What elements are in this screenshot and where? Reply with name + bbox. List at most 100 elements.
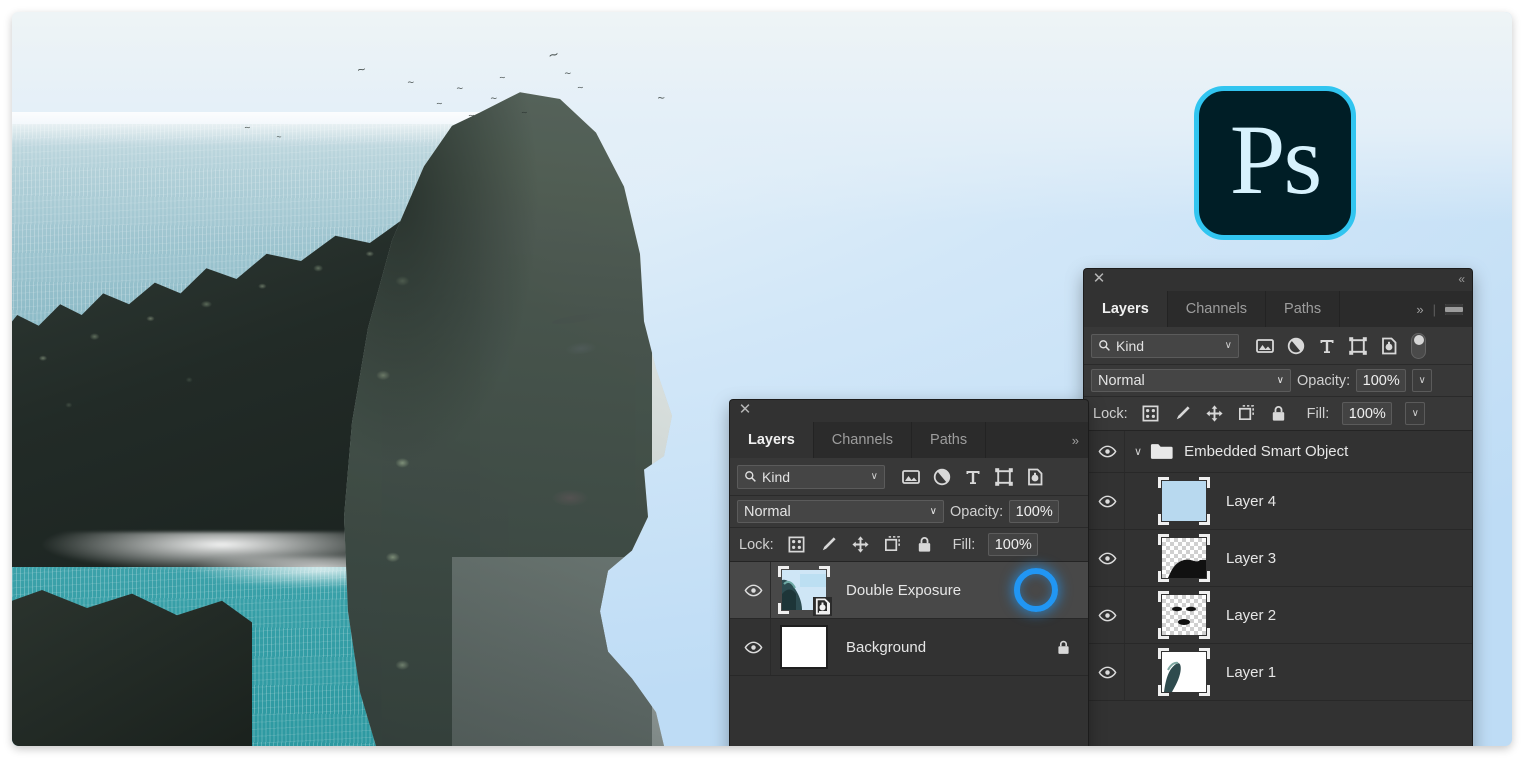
panel-menu-icon[interactable] [1445,303,1463,315]
layers-panel-front[interactable]: ✕ Layers Channels Paths » Kind ∨ Normal … [730,400,1088,746]
filter-enable-toggle[interactable] [1411,332,1426,359]
layer-thumbnail-wrap[interactable] [1156,477,1212,525]
bird-icon: ∼ [276,134,282,141]
lock-label: Lock: [739,536,774,553]
layer-group-name: Embedded Smart Object [1184,443,1349,460]
layer-visibility-toggle[interactable] [736,584,770,597]
tab-overflow-icon[interactable]: » [1416,302,1423,317]
lock-image-pixels-icon[interactable] [819,535,838,554]
folder-icon [1150,442,1174,461]
lock-image-pixels-icon[interactable] [1173,404,1192,423]
group-expand-caret[interactable]: ∨ [1134,445,1142,458]
chevron-down-icon[interactable]: ∨ [871,471,878,482]
search-icon [1099,340,1110,351]
tab-layers[interactable]: Layers [1084,291,1168,327]
layer-filter-row-front: Kind ∨ [730,458,1088,496]
tabbar-right-controls: » | [1416,291,1472,327]
table-row[interactable]: Double Exposure [730,562,1088,619]
blend-mode-row-front: Normal ∨ Opacity: 100% [730,496,1088,528]
lock-transparent-pixels-icon[interactable] [1141,404,1160,423]
adjustment-layer-filter-icon[interactable] [1286,336,1306,356]
layer-group-row[interactable]: ∨ Embedded Smart Object [1084,431,1472,473]
tab-channels[interactable]: Channels [813,422,913,458]
opacity-stepper[interactable]: ∨ [1412,369,1433,392]
blend-mode-select[interactable]: Normal ∨ [737,500,944,523]
chevron-down-icon[interactable]: ∨ [1277,375,1284,386]
layer-visibility-toggle[interactable] [1090,495,1124,508]
lock-transparent-pixels-icon[interactable] [787,535,806,554]
table-row[interactable]: Layer 1 [1084,644,1472,701]
layer-thumbnail-wrap[interactable] [776,566,832,616]
opacity-label: Opacity: [950,503,1004,520]
chevron-down-icon[interactable]: ∨ [1225,340,1232,351]
fill-stepper[interactable]: ∨ [1405,402,1426,425]
layer-visibility-toggle[interactable] [1090,609,1124,622]
profile-neck-shadow [452,557,672,746]
fill-label: Fill: [952,536,976,553]
tab-channels[interactable]: Channels [1167,291,1267,327]
shape-layer-filter-icon[interactable] [994,467,1014,487]
tab-overflow-icon[interactable]: » [1072,433,1079,448]
layer-visibility-toggle[interactable] [1090,552,1124,565]
shape-layer-filter-icon[interactable] [1348,336,1368,356]
filter-kind-select[interactable]: Kind ∨ [737,464,885,489]
tab-layers[interactable]: Layers [730,422,814,458]
layer-name: Background [846,638,927,656]
photoshop-app-icon[interactable]: Ps [1194,86,1356,240]
lock-row-front: Lock: Fill: 100% [730,528,1088,562]
pixel-layer-filter-icon[interactable] [901,467,921,487]
fill-input[interactable]: 100% [988,533,1039,556]
fill-value: 100% [1348,405,1386,422]
tabbar-divider: | [1432,301,1436,317]
layer-thumbnail-wrap[interactable] [1156,648,1212,696]
layer-visibility-toggle[interactable] [1090,445,1124,458]
table-row[interactable]: Layer 4 [1084,473,1472,530]
fill-input[interactable]: 100% [1342,402,1393,425]
lock-all-icon[interactable] [915,535,934,554]
pixel-layer-filter-icon[interactable] [1255,336,1275,356]
photoshop-app-icon-label: Ps [1229,104,1323,215]
filter-icon-group [901,467,1045,487]
lock-position-icon[interactable] [1205,404,1224,423]
smart-object-filter-icon[interactable] [1379,336,1399,356]
chevron-down-icon[interactable]: ∨ [930,506,937,517]
opacity-label: Opacity: [1297,372,1351,389]
filter-icon-group [1255,336,1399,356]
layer-thumbnail-wrap[interactable] [1156,534,1212,582]
tab-layers-label: Layers [748,432,795,448]
filter-kind-select[interactable]: Kind ∨ [1091,333,1239,358]
table-row[interactable]: Background [730,619,1088,676]
eye-icon [1098,495,1116,507]
opacity-input[interactable]: 100% [1356,369,1407,392]
layer-thumbnail-wrap[interactable] [776,625,832,669]
smart-object-filter-icon[interactable] [1025,467,1045,487]
close-icon[interactable]: ✕ [1092,271,1106,286]
table-row[interactable]: Layer 3 [1084,530,1472,587]
type-layer-filter-icon[interactable] [963,467,983,487]
layer-thumbnail-wrap[interactable] [1156,591,1212,639]
panel-column-divider [1124,587,1125,643]
tab-paths[interactable]: Paths [912,422,987,458]
lock-position-icon[interactable] [851,535,870,554]
layer-visibility-toggle[interactable] [1090,666,1124,679]
blend-mode-value: Normal [744,503,791,520]
eye-icon [744,584,762,596]
adjustment-layer-filter-icon[interactable] [932,467,952,487]
lock-all-icon[interactable] [1269,404,1288,423]
close-icon[interactable]: ✕ [738,402,752,417]
bird-icon: ∼ [436,99,443,108]
lock-artboard-nesting-icon[interactable] [883,535,902,554]
type-layer-filter-icon[interactable] [1317,336,1337,356]
layer-visibility-toggle[interactable] [736,641,770,654]
panel-titlebar-back: ✕ « [1084,269,1472,291]
tab-paths[interactable]: Paths [1266,291,1341,327]
blend-mode-row-back: Normal ∨ Opacity: 100% ∨ [1084,365,1472,397]
opacity-input[interactable]: 100% [1009,500,1060,523]
collapse-panel-icon[interactable]: « [1458,272,1465,286]
double-exposure-artwork: ∼ ∼ ∼ ∼ ∼ ∼ ∼ ∼ ∼ ∼ ∼ ∼ ∼ ∼ [12,12,712,746]
blend-mode-select[interactable]: Normal ∨ [1091,369,1291,392]
table-row[interactable]: Layer 2 [1084,587,1472,644]
eye-icon [1098,609,1116,621]
layers-panel-back[interactable]: ✕ « Layers Channels Paths » | Kind ∨ Nor… [1084,269,1472,746]
lock-artboard-nesting-icon[interactable] [1237,404,1256,423]
